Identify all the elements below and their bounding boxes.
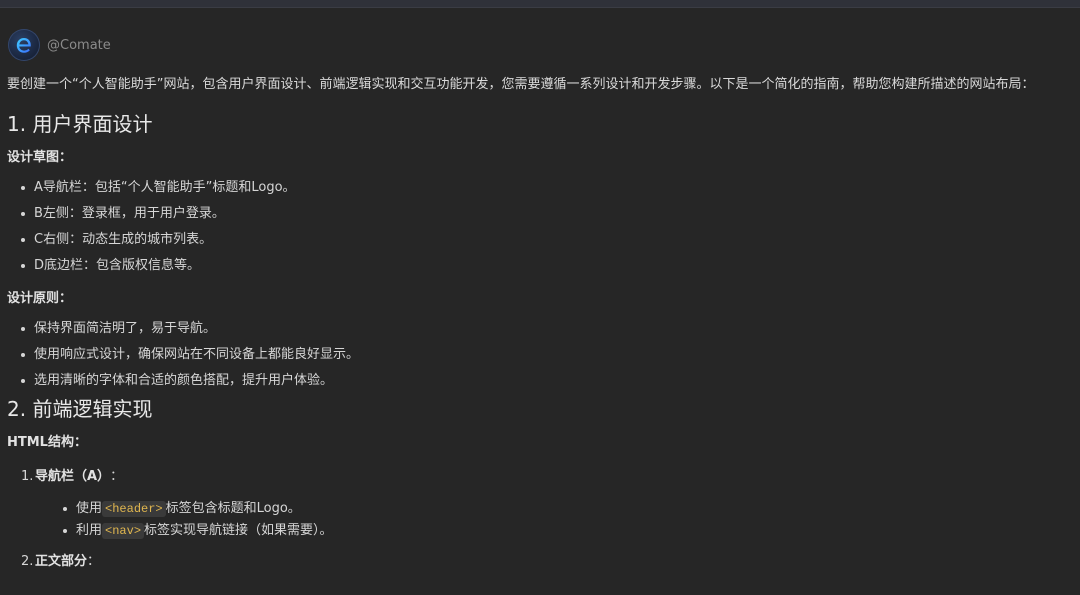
list-item: A导航栏：包括“个人智能助手”标题和Logo。 [21,178,1080,204]
step-title: 导航栏（A） [35,469,111,484]
code-tag: <header> [102,501,166,517]
list-item: 使用响应式设计，确保网站在不同设备上都能良好显示。 [21,345,1080,371]
list-item: B左侧：登录框，用于用户登录。 [21,204,1080,230]
list-item: 1. 导航栏（A） ： 使用 <header> 标签包含标题和Logo。 利用 <na… [21,467,1080,542]
message-content: 要创建一个“个人智能助手”网站，包含用户界面设计、前端逻辑实现和交互功能开发，您… [7,75,1080,572]
window-top-bar [0,0,1080,8]
principles-label: 设计原则： [7,291,73,306]
html-structure-label: HTML结构： [7,435,87,450]
principles-list: 保持界面简洁明了，易于导航。 使用响应式设计，确保网站在不同设备上都能良好显示。… [7,319,1080,395]
list-item: C右侧：动态生成的城市列表。 [21,230,1080,256]
message-header: @Comate [8,28,111,62]
sub-text: 标签实现导航链接（如果需要）。 [144,523,333,538]
code-tag: <nav> [102,523,145,539]
list-item: 2. 正文部分 ： [21,552,1080,572]
author-name: @Comate [47,37,111,53]
list-item: 选用清晰的字体和合适的颜色搭配，提升用户体验。 [21,371,1080,395]
list-item: D底边栏：包含版权信息等。 [21,256,1080,282]
list-item: 保持界面简洁明了，易于导航。 [21,319,1080,345]
sketch-list: A导航栏：包括“个人智能助手”标题和Logo。 B左侧：登录框，用于用户登录。 … [7,178,1080,282]
step-number: 1. [21,469,34,484]
sub-text: 使用 [76,501,103,516]
step-suffix: ： [87,554,101,569]
comate-logo-icon [8,29,40,61]
sketch-label: 设计草图： [7,150,73,165]
section-heading-ui-design: 1. 用户界面设计 [7,112,153,136]
html-steps-list: 1. 导航栏（A） ： 使用 <header> 标签包含标题和Logo。 利用 <na… [7,467,1080,572]
step-suffix: ： [110,469,124,484]
sub-text: 标签包含标题和Logo。 [165,501,301,516]
step-number: 2. [21,554,34,569]
intro-paragraph: 要创建一个“个人智能助手”网站，包含用户界面设计、前端逻辑实现和交互功能开发，您… [7,77,1035,92]
list-item: 利用 <nav> 标签实现导航链接（如果需要）。 [63,520,1080,542]
sub-text: 利用 [76,523,103,538]
step-title: 正文部分 [35,554,88,569]
list-item: 使用 <header> 标签包含标题和Logo。 [63,498,1080,520]
section-heading-frontend: 2. 前端逻辑实现 [7,397,153,421]
step-sub-list: 使用 <header> 标签包含标题和Logo。 利用 <nav> 标签实现导航链接（如… [21,498,1080,542]
